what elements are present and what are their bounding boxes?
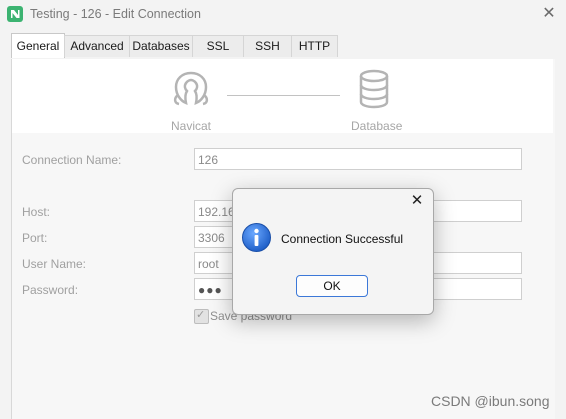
connection-result-dialog: ✕ Connection Successful OK <box>232 188 434 315</box>
tab-ssh[interactable]: SSH <box>243 35 292 57</box>
password-label: Password: <box>22 283 79 297</box>
navicat-logo-icon <box>173 71 209 106</box>
navicat-caption: Navicat <box>171 119 212 133</box>
port-label: Port: <box>22 231 48 245</box>
tab-ssl[interactable]: SSL <box>192 35 244 57</box>
user-name-label: User Name: <box>22 257 87 271</box>
host-label: Host: <box>22 205 51 219</box>
connection-name-field[interactable]: 126 <box>194 148 522 170</box>
edit-connection-window: Testing - 126 - Edit Connection ✕ Genera… <box>0 0 566 419</box>
database-icon <box>359 69 389 109</box>
watermark: CSDN @ibun.song <box>431 393 550 409</box>
window-title: Testing - 126 - Edit Connection <box>30 7 201 21</box>
tab-advanced[interactable]: Advanced <box>64 35 130 57</box>
connection-name-label: Connection Name: <box>22 153 122 167</box>
database-caption: Database <box>351 119 403 133</box>
info-icon <box>242 223 271 252</box>
dialog-message: Connection Successful <box>281 232 404 246</box>
title-bar: Testing - 126 - Edit Connection ✕ <box>0 0 566 30</box>
connection-diagram: Navicat Database <box>12 59 553 133</box>
tab-http[interactable]: HTTP <box>291 35 338 57</box>
window-close-icon[interactable]: ✕ <box>540 5 558 23</box>
save-password-checkbox[interactable] <box>194 308 209 324</box>
connection-line <box>227 95 340 96</box>
dialog-close-icon[interactable]: ✕ <box>409 193 425 209</box>
tab-databases[interactable]: Databases <box>129 35 193 57</box>
tab-general[interactable]: General <box>11 33 65 58</box>
navicat-app-icon <box>7 6 23 22</box>
ok-button[interactable]: OK <box>296 275 368 297</box>
